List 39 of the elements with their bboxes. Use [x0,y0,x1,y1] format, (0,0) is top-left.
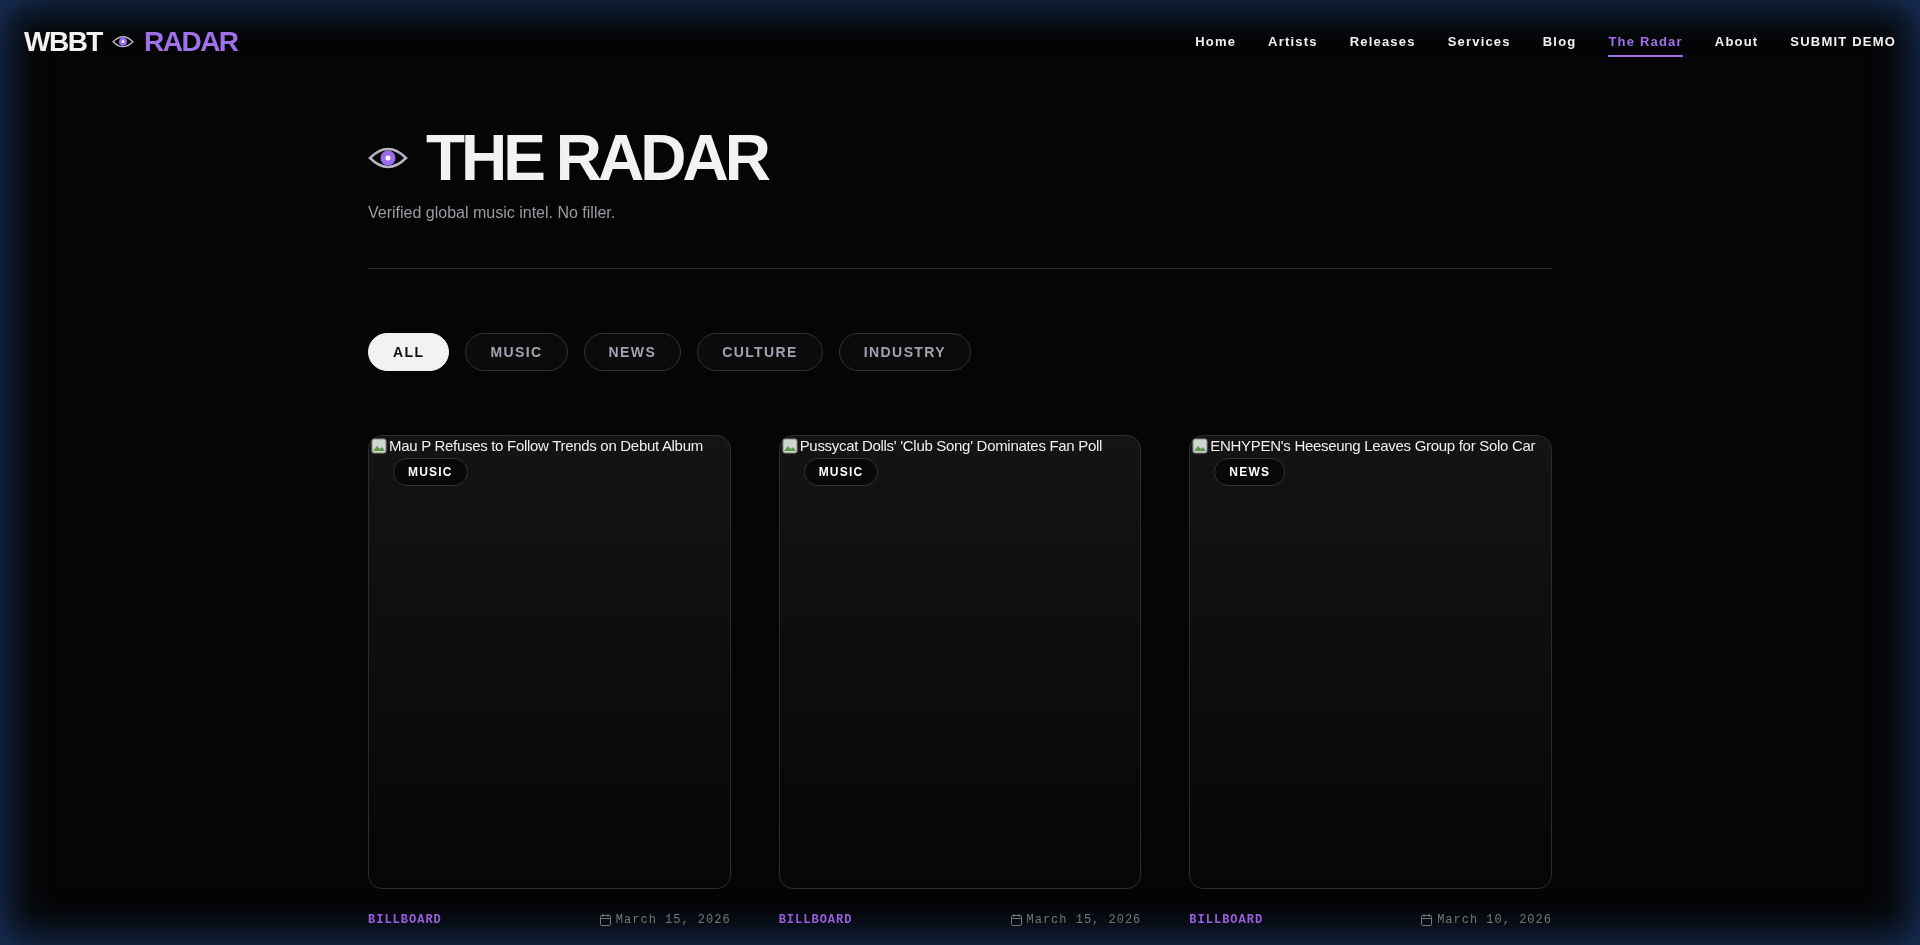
image-alt-text: Pussycat Dolls' 'Club Song' Dominates Fan Poll [799,436,1103,456]
nav-link[interactable]: Artists [1268,27,1318,57]
broken-image-icon [1192,438,1209,454]
calendar-icon [1010,914,1022,926]
nav-link[interactable]: Services [1447,27,1511,57]
nav-link[interactable]: The Radar [1608,27,1683,57]
nav-link[interactable]: Blog [1542,27,1577,57]
category-badge: NEWS [1214,458,1286,486]
nav-link[interactable]: SUBMIT DEMO [1790,27,1896,57]
image-alt-text: ENHYPEN's Heeseung Leaves Group for Solo Car [1210,436,1536,456]
article-date: March 15, 2026 [1026,913,1142,927]
image-alt-text: Mau P Refuses to Follow Trends on Debut Album [389,436,703,456]
article-card[interactable]: ENHYPEN's Heeseung Leaves Group for Solo Car NEWS [1189,435,1552,889]
article-date: March 15, 2026 [615,913,731,927]
broken-image-icon [781,438,798,454]
category-badge: MUSIC [803,458,879,486]
article-source: BILLBOARD [368,913,442,927]
nav-link[interactable]: Home [1195,27,1237,57]
article-source: BILLBOARD [1189,913,1264,927]
filter-tab[interactable]: CULTURE [697,333,823,371]
eye-icon [112,34,134,50]
filter-tab[interactable]: INDUSTRY [838,333,972,371]
category-badge: MUSIC [393,458,468,486]
brand-logo-text[interactable]: RADAR [144,26,238,58]
page-subtitle: Verified global music intel. No filler. [368,204,617,222]
article-source: BILLBOARD [778,913,853,927]
calendar-icon [1421,914,1433,926]
nav-link[interactable]: About [1714,27,1759,57]
filter-tab[interactable]: NEWS [583,333,682,371]
article-card[interactable]: Pussycat Dolls' 'Club Song' Dominates Fan Poll MUSIC [778,435,1142,889]
article-date: March 10, 2026 [1437,913,1552,927]
calendar-icon [599,914,611,926]
article-card[interactable]: Mau P Refuses to Follow Trends on Debut Album MUSIC [368,435,731,889]
nav-link[interactable]: Releases [1349,27,1416,57]
filter-tab[interactable]: MUSIC [465,333,568,371]
brand-logo-text[interactable]: WBBT [24,26,102,58]
page-title: THE RADAR [426,126,767,190]
broken-image-icon [371,438,387,454]
filter-tab[interactable]: ALL [368,333,450,371]
